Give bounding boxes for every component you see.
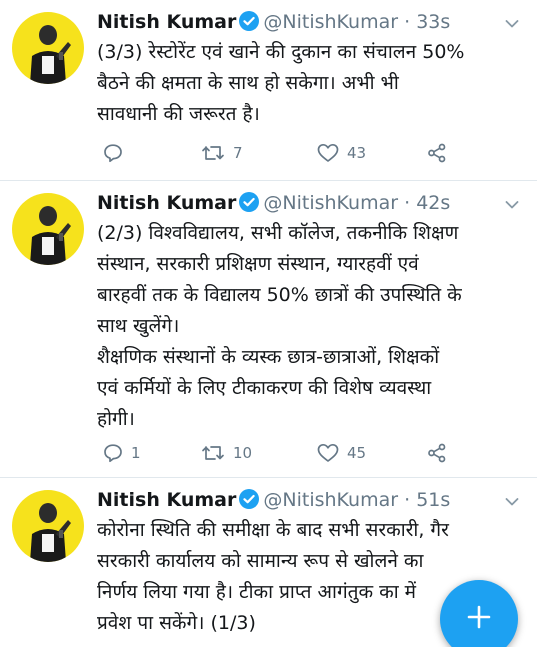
tweet-header: Nitish Kumar @NitishKumar · 51s — [97, 487, 507, 516]
reply-count: 1 — [131, 444, 141, 462]
author-handle[interactable]: @NitishKumar — [263, 489, 398, 511]
verified-badge-icon — [239, 192, 260, 219]
action-bar: 1 10 45 — [97, 438, 477, 468]
avatar[interactable] — [12, 12, 84, 84]
chevron-down-icon[interactable] — [505, 195, 519, 214]
tweet-text: (2/3) विश्वविद्यालय, सभी कॉलेज, तकनीकि श… — [97, 222, 462, 430]
like-count: 43 — [347, 144, 367, 162]
plus-icon — [466, 604, 492, 634]
author-name[interactable]: Nitish Kumar — [97, 192, 236, 214]
like-button[interactable]: 43 — [317, 143, 366, 163]
tweet-header: Nitish Kumar @NitishKumar · 42s — [97, 190, 507, 219]
author-handle[interactable]: @NitishKumar — [263, 11, 398, 33]
timestamp[interactable]: 51s — [416, 489, 450, 511]
share-icon — [427, 143, 447, 163]
author-handle[interactable]: @NitishKumar — [263, 192, 398, 214]
separator-dot: · — [404, 489, 411, 511]
timestamp[interactable]: 33s — [416, 11, 450, 33]
separator-dot: · — [404, 11, 411, 33]
chevron-down-icon[interactable] — [505, 14, 519, 33]
action-bar: 7 43 — [97, 138, 477, 168]
avatar[interactable] — [12, 193, 84, 265]
author-name[interactable]: Nitish Kumar — [97, 11, 236, 33]
reply-icon — [103, 143, 123, 163]
chevron-down-icon[interactable] — [505, 492, 519, 511]
separator-dot: · — [404, 192, 411, 214]
share-button[interactable] — [427, 443, 447, 463]
retweet-button[interactable]: 7 — [201, 143, 243, 163]
timeline-feed[interactable]: Nitish Kumar @NitishKumar · 33s (3/3) रेस… — [0, 0, 537, 647]
heart-icon — [317, 443, 339, 463]
like-count: 45 — [347, 444, 367, 462]
timestamp[interactable]: 42s — [416, 192, 450, 214]
reply-icon — [103, 443, 123, 463]
verified-badge-icon — [239, 11, 260, 38]
avatar[interactable] — [12, 490, 84, 562]
reply-button[interactable]: 1 — [103, 443, 141, 463]
heart-icon — [317, 143, 339, 163]
author-name[interactable]: Nitish Kumar — [97, 489, 236, 511]
retweet-count: 7 — [233, 144, 243, 162]
tweet[interactable]: Nitish Kumar @NitishKumar · 42s (2/3) विश… — [0, 181, 537, 478]
share-button[interactable] — [427, 143, 447, 163]
retweet-count: 10 — [233, 444, 253, 462]
tweet-text: (3/3) रेस्टोरेंट एवं खाने की दुकान का सं… — [97, 41, 465, 125]
retweet-icon — [201, 143, 225, 163]
share-icon — [427, 443, 447, 463]
tweet-header: Nitish Kumar @NitishKumar · 33s — [97, 9, 507, 38]
tweet[interactable]: Nitish Kumar @NitishKumar · 33s (3/3) रेस… — [0, 0, 537, 181]
like-button[interactable]: 45 — [317, 443, 366, 463]
retweet-button[interactable]: 10 — [201, 443, 252, 463]
verified-badge-icon — [239, 489, 260, 516]
retweet-icon — [201, 443, 225, 463]
reply-button[interactable] — [103, 143, 131, 163]
